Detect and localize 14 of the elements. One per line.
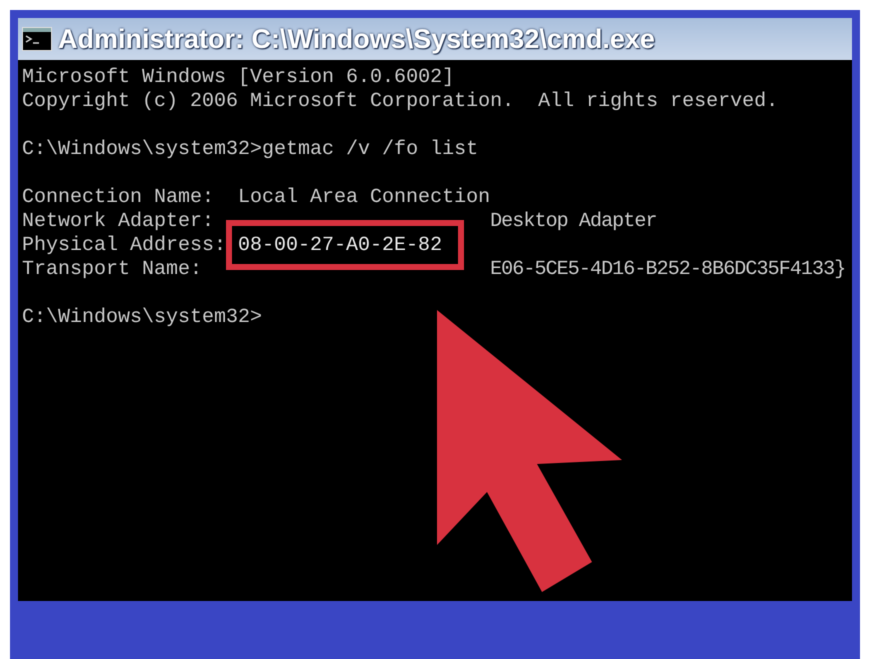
console-line: Copyright (c) 2006 Microsoft Corporation. All rights reserved.	[22, 90, 778, 114]
field-label: Transport Name:	[22, 258, 204, 282]
field-label: Connection Name:	[22, 186, 216, 210]
field-value: 08-00-27-A0-2E-82	[238, 234, 442, 257]
field-value: E06-5CE5-4D16-B252-8B6DC35F4133}	[490, 258, 846, 282]
console-line: Microsoft Windows [Version 6.0.6002]	[22, 66, 454, 90]
field-label: Network Adapter:	[22, 210, 216, 234]
field-value: Desktop Adapter	[490, 210, 657, 234]
window-title: Administrator: C:\Windows\System32\cmd.exe	[58, 24, 655, 54]
console-line: C:\Windows\system32>getmac /v /fo list	[22, 138, 478, 162]
field-value: Local Area Connection	[238, 186, 490, 210]
console-line: C:\Windows\system32>	[22, 306, 262, 330]
console-icon	[22, 27, 52, 51]
field-label: Physical Address:	[22, 234, 228, 258]
